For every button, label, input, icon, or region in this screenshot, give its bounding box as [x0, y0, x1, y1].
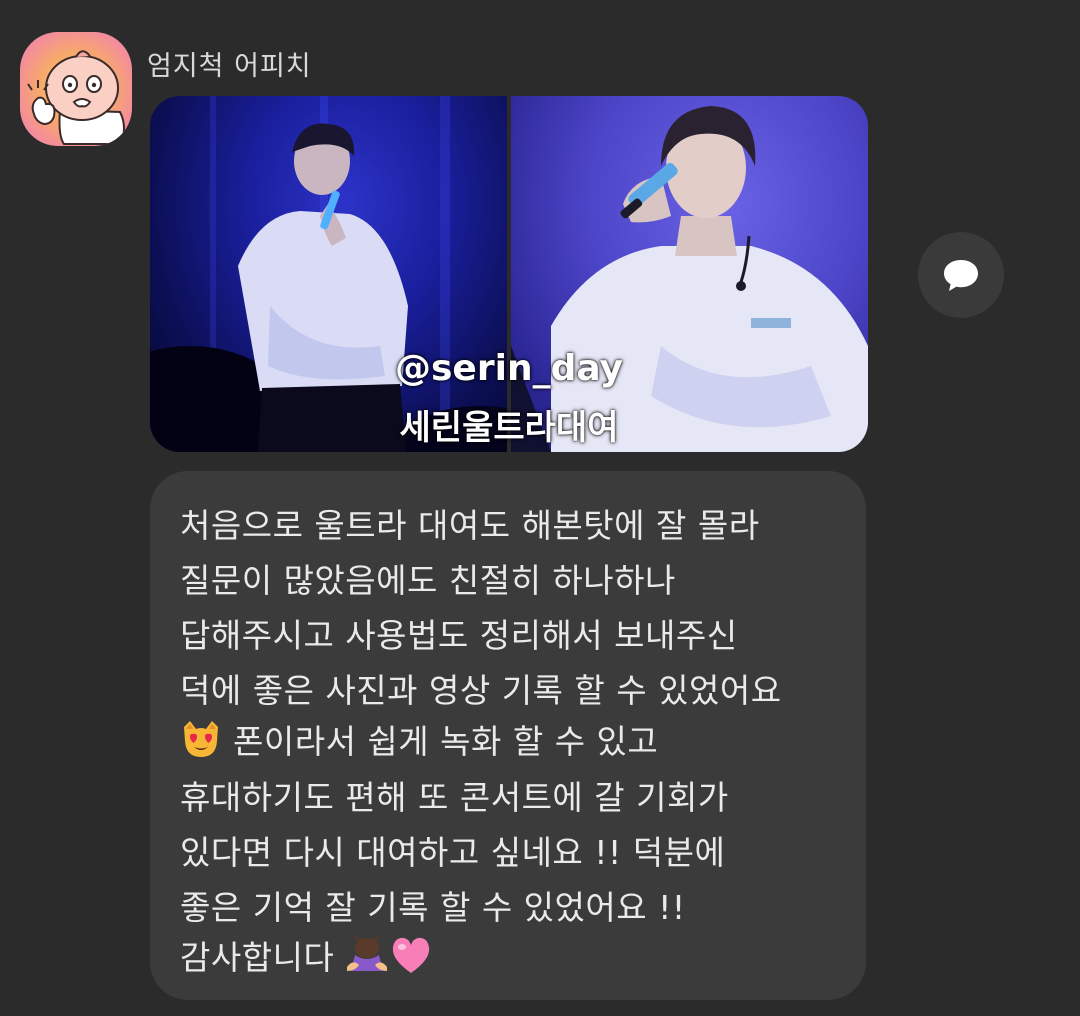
- message-line-text: 폰이라서 쉽게 녹화 할 수 있고: [222, 722, 659, 761]
- apeach-character-icon: [27, 50, 125, 145]
- share-button[interactable]: [918, 232, 1004, 318]
- heart-eyes-cat-emoji-icon: [180, 719, 222, 767]
- message-line: 있다면 다시 대여하고 싶네요 !! 덕분에: [180, 833, 726, 872]
- speech-bubble-icon: [944, 260, 978, 291]
- message-line-with-emoji: 폰이라서 쉽게 녹화 할 수 있고: [180, 715, 658, 767]
- message-bubble[interactable]: 처음으로 울트라 대여도 해본탓에 잘 몰라 질문이 많았음에도 친절히 하나하…: [150, 471, 866, 1000]
- photo-watermark-handle: @serin_day: [395, 348, 623, 389]
- person-bowing-emoji-icon: [345, 934, 389, 983]
- message-line: 좋은 기억 잘 기록 할 수 있었어요 !!: [180, 888, 686, 927]
- concert-photo-left[interactable]: [150, 96, 507, 452]
- chat-screen: 엄지척 어피치 @serin_day 세린울트라대여 처음으로 울트라 대여도 …: [0, 0, 1080, 1016]
- message-line-text: 감사합니다: [180, 938, 346, 977]
- photo-watermark-name: 세린울트라대여: [399, 408, 619, 448]
- message-line: 덕에 좋은 사진과 영상 기록 할 수 있었어요: [180, 671, 782, 710]
- message-line-with-emoji: 감사합니다: [180, 931, 433, 983]
- photo-attachment[interactable]: [150, 96, 868, 452]
- performer-figure-right: [511, 106, 868, 452]
- sender-avatar[interactable]: [20, 32, 132, 146]
- pink-heart-emoji-icon: [389, 935, 433, 983]
- message-line: 휴대하기도 편해 또 콘서트에 갈 기회가: [180, 778, 729, 817]
- message-line: 답해주시고 사용법도 정리해서 보내주신: [180, 616, 738, 655]
- performer-figure-left: [150, 96, 507, 452]
- sender-name: 엄지척 어피치: [147, 51, 312, 82]
- concert-photo-right[interactable]: [511, 96, 868, 452]
- message-line: 질문이 많았음에도 친절히 하나하나: [180, 561, 676, 600]
- message-line: 처음으로 울트라 대여도 해본탓에 잘 몰라: [180, 506, 760, 545]
